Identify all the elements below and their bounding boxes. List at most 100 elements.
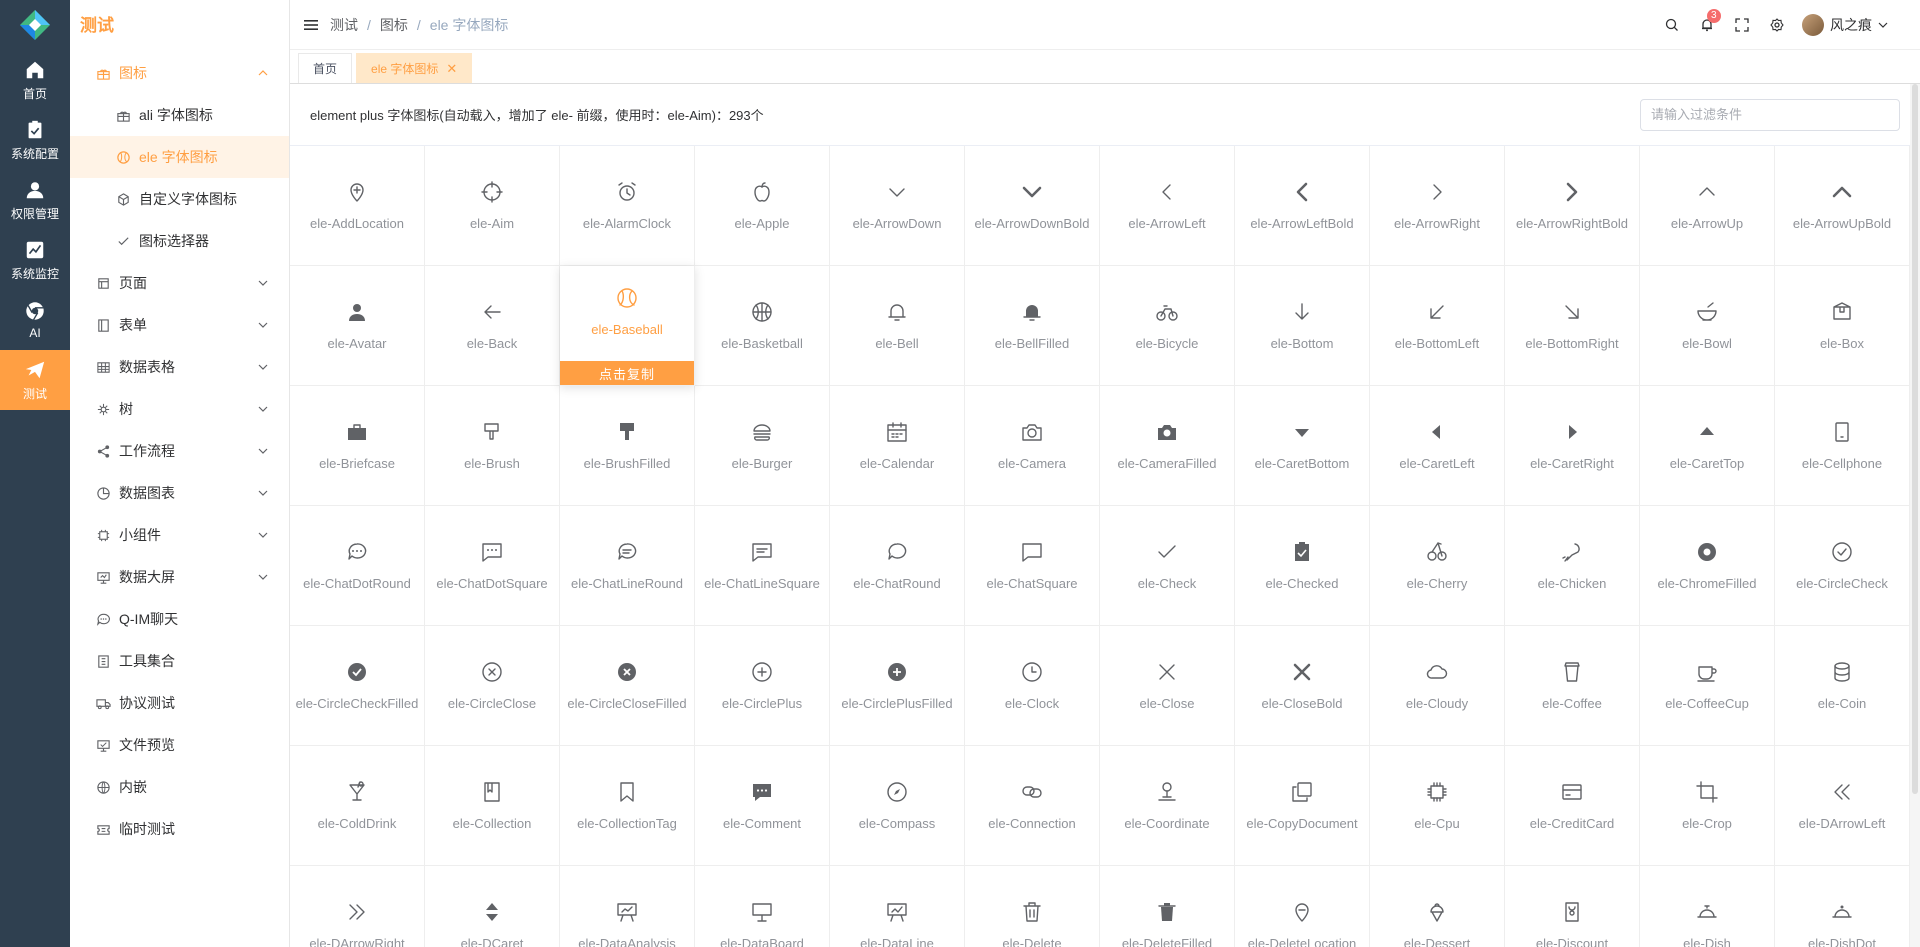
icon-cell[interactable]: ele-ColdDrink [290, 746, 425, 866]
icon-cell[interactable]: ele-Cpu [1370, 746, 1505, 866]
submenu-item[interactable]: 内嵌 [70, 766, 289, 808]
icon-cell[interactable]: ele-Camera [965, 386, 1100, 506]
rail-item[interactable]: 系统监控 [0, 230, 70, 290]
icon-cell[interactable]: ele-Bicycle [1100, 266, 1235, 386]
submenu-item[interactable]: 表单 [70, 304, 289, 346]
rail-item[interactable]: 系统配置 [0, 110, 70, 170]
icon-cell[interactable]: ele-Cherry [1370, 506, 1505, 626]
icon-cell[interactable]: ele-DeleteLocation [1235, 866, 1370, 947]
submenu-item[interactable]: 树 [70, 388, 289, 430]
icon-cell[interactable]: ele-BottomLeft [1370, 266, 1505, 386]
user-menu[interactable]: 风之痕 [1794, 14, 1920, 36]
icon-cell[interactable]: ele-CaretTop [1640, 386, 1775, 506]
icon-cell[interactable]: ele-Compass [830, 746, 965, 866]
rail-item[interactable]: AI [0, 290, 70, 350]
icon-cell[interactable]: ele-ChatSquare [965, 506, 1100, 626]
scrollbar[interactable] [1910, 84, 1920, 947]
submenu-item[interactable]: 数据表格 [70, 346, 289, 388]
icon-cell[interactable]: ele-ArrowLeft [1100, 146, 1235, 266]
icon-cell[interactable]: ele-ChatDotSquare [425, 506, 560, 626]
icon-cell[interactable]: ele-Crop [1640, 746, 1775, 866]
icon-cell[interactable]: ele-Bottom [1235, 266, 1370, 386]
icon-cell[interactable]: ele-DCaret [425, 866, 560, 947]
icon-cell[interactable]: ele-Apple [695, 146, 830, 266]
icon-cell[interactable]: ele-Close [1100, 626, 1235, 746]
icon-cell[interactable]: ele-DeleteFilled [1100, 866, 1235, 947]
submenu-item[interactable]: 工作流程 [70, 430, 289, 472]
icon-cell[interactable]: ele-Back [425, 266, 560, 386]
icon-cell[interactable]: ele-CircleCheckFilled [290, 626, 425, 746]
icon-cell[interactable]: ele-ArrowDownBold [965, 146, 1100, 266]
close-icon[interactable]: ✕ [446, 61, 457, 77]
icon-cell[interactable]: ele-CirclePlusFilled [830, 626, 965, 746]
breadcrumb-item[interactable]: 测试 [330, 15, 358, 35]
tab-home[interactable]: 首页 [298, 53, 353, 83]
scrollbar-thumb[interactable] [1912, 84, 1918, 794]
submenu-item[interactable]: 数据图表 [70, 472, 289, 514]
submenu-item[interactable]: 小组件 [70, 514, 289, 556]
icon-cell[interactable]: ele-Coin [1775, 626, 1910, 746]
icon-cell[interactable]: ele-ArrowDown [830, 146, 965, 266]
icon-cell[interactable]: ele-Coffee [1505, 626, 1640, 746]
icon-cell[interactable]: ele-CircleClose [425, 626, 560, 746]
icon-cell[interactable]: ele-Brush [425, 386, 560, 506]
submenu-item[interactable]: 协议测试 [70, 682, 289, 724]
icon-cell[interactable]: ele-Delete [965, 866, 1100, 947]
submenu-item[interactable]: 图标选择器 [70, 220, 289, 262]
icon-cell[interactable]: ele-BellFilled [965, 266, 1100, 386]
submenu-item[interactable]: ele 字体图标 [70, 136, 289, 178]
submenu-item[interactable]: 工具集合 [70, 640, 289, 682]
icon-cell[interactable]: ele-CaretBottom [1235, 386, 1370, 506]
icon-cell[interactable]: ele-CircleCheck [1775, 506, 1910, 626]
submenu-item[interactable]: 自定义字体图标 [70, 178, 289, 220]
icon-cell[interactable]: ele-CaretLeft [1370, 386, 1505, 506]
icon-cell[interactable]: ele-AddLocation [290, 146, 425, 266]
icon-cell[interactable]: ele-CopyDocument [1235, 746, 1370, 866]
icon-cell[interactable]: ele-ArrowLeftBold [1235, 146, 1370, 266]
submenu-item[interactable]: Q-IM聊天 [70, 598, 289, 640]
icon-cell[interactable]: ele-ChromeFilled [1640, 506, 1775, 626]
copy-button[interactable]: 点击复制 [560, 361, 694, 385]
icon-cell[interactable]: ele-CloseBold [1235, 626, 1370, 746]
icon-cell[interactable]: ele-ChatRound [830, 506, 965, 626]
tab-ele-icons[interactable]: ele 字体图标 ✕ [356, 53, 473, 83]
icon-cell[interactable]: ele-ArrowUpBold [1775, 146, 1910, 266]
fullscreen-button[interactable] [1724, 0, 1759, 50]
icon-cell[interactable]: ele-Aim [425, 146, 560, 266]
icon-cell[interactable]: ele-Dessert [1370, 866, 1505, 947]
icon-cell[interactable]: ele-CollectionTag [560, 746, 695, 866]
icon-cell[interactable]: ele-Briefcase [290, 386, 425, 506]
icon-cell[interactable]: ele-Bowl [1640, 266, 1775, 386]
icon-cell[interactable]: ele-DataAnalysis [560, 866, 695, 947]
submenu-item[interactable]: 临时测试 [70, 808, 289, 850]
menu-toggle-icon[interactable] [304, 18, 318, 32]
rail-item[interactable]: 权限管理 [0, 170, 70, 230]
icon-cell[interactable]: ele-Calendar [830, 386, 965, 506]
icon-cell[interactable]: ele-CameraFilled [1100, 386, 1235, 506]
icon-cell[interactable]: ele-Collection [425, 746, 560, 866]
icon-cell[interactable]: ele-Checked [1235, 506, 1370, 626]
icon-cell[interactable]: ele-Chicken [1505, 506, 1640, 626]
icon-cell[interactable]: ele-ArrowRight [1370, 146, 1505, 266]
icon-cell[interactable]: ele-Connection [965, 746, 1100, 866]
icon-cell[interactable]: ele-DataBoard [695, 866, 830, 947]
icon-cell[interactable]: ele-ArrowUp [1640, 146, 1775, 266]
icon-cell[interactable]: ele-AlarmClock [560, 146, 695, 266]
search-button[interactable] [1654, 0, 1689, 50]
submenu-item[interactable]: 文件预览 [70, 724, 289, 766]
breadcrumb-item[interactable]: 图标 [380, 15, 408, 35]
submenu-item[interactable]: 数据大屏 [70, 556, 289, 598]
icon-cell[interactable]: ele-Baseball 点击复制 [560, 266, 695, 386]
icon-cell[interactable]: ele-ChatDotRound [290, 506, 425, 626]
icon-cell[interactable]: ele-CreditCard [1505, 746, 1640, 866]
icon-cell[interactable]: ele-Clock [965, 626, 1100, 746]
submenu-item[interactable]: 页面 [70, 262, 289, 304]
icon-cell[interactable]: ele-DataLine [830, 866, 965, 947]
icon-cell[interactable]: ele-CirclePlus [695, 626, 830, 746]
icon-cell[interactable]: ele-Basketball [695, 266, 830, 386]
rail-item[interactable]: 测试 [0, 350, 70, 410]
icon-cell[interactable]: ele-Discount [1505, 866, 1640, 947]
submenu-item[interactable]: ali 字体图标 [70, 94, 289, 136]
icon-cell[interactable]: ele-BottomRight [1505, 266, 1640, 386]
icon-cell[interactable]: ele-ChatLineSquare [695, 506, 830, 626]
